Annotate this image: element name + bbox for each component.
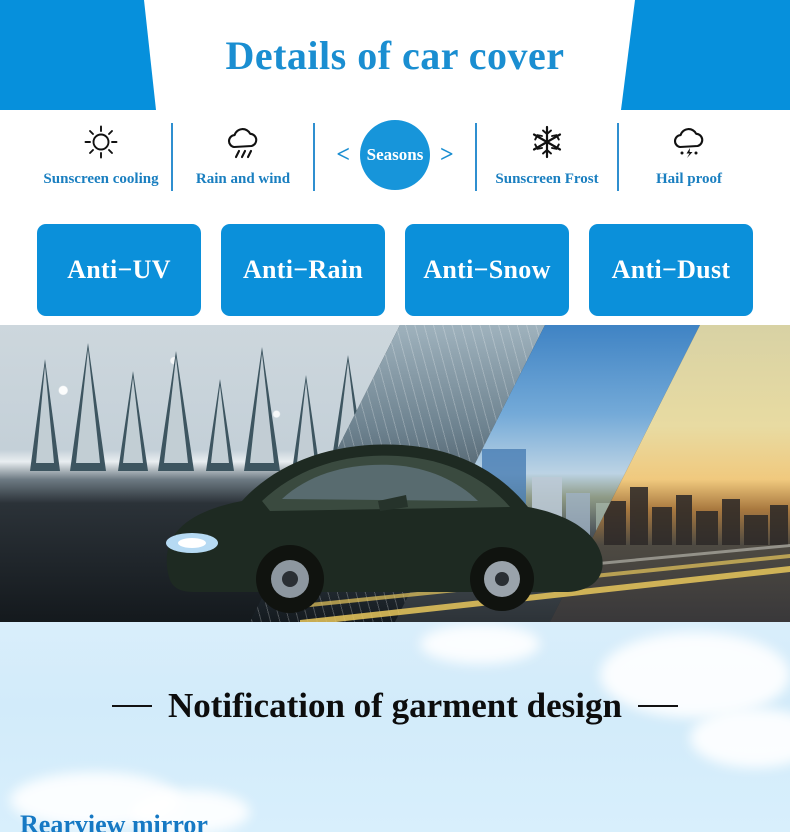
- feature-button-anti-uv[interactable]: Anti−UV: [37, 224, 201, 316]
- cloud-decoration: [420, 624, 540, 664]
- feature-button-anti-snow[interactable]: Anti−Snow: [405, 224, 569, 316]
- rain-cloud-icon: [221, 120, 265, 164]
- feature-button-anti-dust[interactable]: Anti−Dust: [589, 224, 753, 316]
- chevron-right-icon[interactable]: >: [440, 143, 454, 167]
- subsection-heading: Rearview mirror: [20, 810, 208, 832]
- hail-cloud-icon: [667, 120, 711, 164]
- weather-item-hail-proof[interactable]: Hail proof: [619, 110, 759, 188]
- chevron-left-icon[interactable]: <: [336, 143, 350, 167]
- seasons-collage-image: [0, 325, 790, 622]
- seasons-badge[interactable]: Seasons: [360, 120, 430, 190]
- sun-icon: [79, 120, 123, 164]
- notification-section: Notification of garment design Rearview …: [0, 622, 790, 832]
- weather-feature-row: Sunscreen cooling Rain and wind < Season…: [0, 110, 790, 215]
- page-title: Details of car cover: [225, 32, 565, 78]
- header-banner: Details of car cover: [0, 0, 790, 110]
- weather-item-label: Sunscreen cooling: [43, 171, 159, 187]
- notification-title: Notification of garment design: [168, 686, 622, 725]
- feature-button-row: Anti−UV Anti−Rain Anti−Snow Anti−Dust: [0, 215, 790, 325]
- weather-item-label: Sunscreen Frost: [495, 171, 599, 187]
- notification-title-row: Notification of garment design: [0, 686, 790, 726]
- snowflake-icon: [525, 120, 569, 164]
- weather-item-sunscreen-cooling[interactable]: Sunscreen cooling: [31, 110, 171, 188]
- title-dash-left: [112, 705, 152, 707]
- product-detail-page: Details of car cover Sunscreen cooling R…: [0, 0, 790, 832]
- car-illustration: [166, 444, 603, 613]
- feature-button-anti-rain[interactable]: Anti−Rain: [221, 224, 385, 316]
- weather-item-label: Rain and wind: [195, 171, 291, 187]
- weather-item-sunscreen-frost[interactable]: Sunscreen Frost: [477, 110, 617, 188]
- weather-item-rain-and-wind[interactable]: Rain and wind: [173, 110, 313, 188]
- weather-item-label: Hail proof: [656, 171, 722, 187]
- title-dash-right: [637, 705, 678, 707]
- seasons-selector[interactable]: < Seasons >: [315, 110, 475, 190]
